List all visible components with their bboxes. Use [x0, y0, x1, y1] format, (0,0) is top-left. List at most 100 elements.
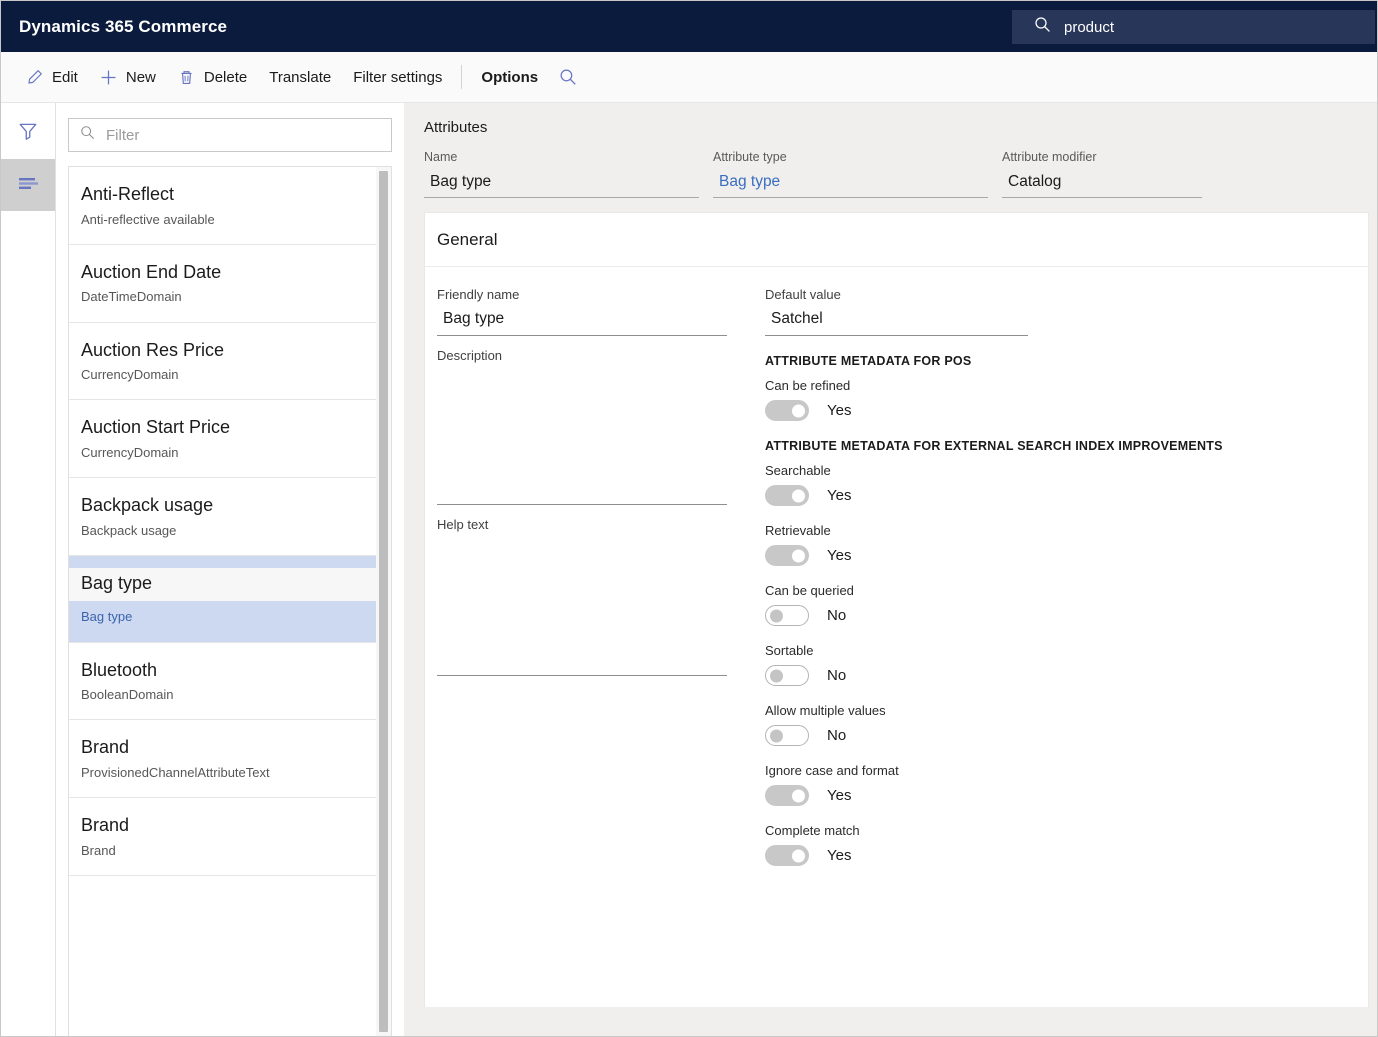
list-panel-toggle[interactable] [1, 159, 55, 211]
toggle-row: Yes [765, 785, 1368, 806]
trash-icon [178, 69, 195, 86]
toggle-group: Retrievable Yes [765, 523, 1368, 566]
toggle-knob [792, 404, 805, 417]
pos-toggle-list: Can be refined Yes [765, 378, 1368, 421]
friendly-name-label: Friendly name [437, 287, 520, 302]
general-section-header[interactable]: General [425, 213, 1368, 267]
toggle-group: Ignore case and format Yes [765, 763, 1368, 806]
filter-settings-label: Filter settings [353, 68, 443, 86]
translate-label: Translate [269, 68, 332, 86]
general-section-card: General Friendly name Bag type Descripti… [424, 212, 1369, 1007]
toggle-row: No [765, 605, 1368, 626]
toggle-label: Can be queried [765, 583, 854, 598]
toggle-state-text: Yes [827, 402, 852, 419]
attribute-detail-pane: Attributes Name Bag type Attribute type … [404, 103, 1377, 1036]
detail-header: Attributes Name Bag type Attribute type … [404, 103, 1377, 212]
list-item[interactable]: Bluetooth BooleanDomain [69, 643, 376, 721]
left-icon-rail [1, 103, 56, 1036]
name-label: Name [424, 150, 458, 164]
search-icon [80, 125, 95, 145]
delete-label: Delete [203, 68, 248, 86]
toggle-state-text: Yes [827, 547, 852, 564]
delete-button[interactable]: Delete [167, 60, 258, 94]
attribute-modifier-value[interactable]: Catalog [1002, 170, 1202, 198]
filter-panel-toggle[interactable] [1, 107, 55, 159]
toggle-switch[interactable] [765, 545, 809, 566]
plus-icon [100, 69, 117, 86]
toggle-group: Allow multiple values No [765, 703, 1368, 746]
toggle-switch[interactable] [765, 485, 809, 506]
selection-bar [69, 555, 376, 568]
list-item-title: Backpack usage [81, 495, 214, 515]
friendly-name-input[interactable]: Bag type [437, 308, 727, 336]
name-value[interactable]: Bag type [424, 170, 699, 198]
list-item[interactable]: Auction Start Price CurrencyDomain [69, 400, 376, 478]
toggle-state-text: Yes [827, 487, 852, 504]
toggle-label: Complete match [765, 823, 860, 838]
toggle-switch[interactable] [765, 605, 809, 626]
default-value-label: Default value [765, 287, 841, 302]
global-search-input[interactable] [1064, 18, 1344, 36]
list-item-subtitle: Anti-reflective available [81, 211, 215, 227]
toggle-switch[interactable] [765, 665, 809, 686]
list-item[interactable]: Auction End Date DateTimeDomain [69, 245, 376, 323]
global-search-box[interactable] [1012, 10, 1375, 44]
toggle-switch[interactable] [765, 785, 809, 806]
list-item[interactable]: Anti-Reflect Anti-reflective available [69, 167, 376, 245]
edit-button[interactable]: Edit [15, 60, 89, 94]
default-value-group: Default value Satchel [765, 287, 1368, 336]
description-textarea[interactable] [437, 369, 727, 505]
options-button[interactable]: Options [470, 60, 549, 94]
filter-settings-button[interactable]: Filter settings [342, 60, 453, 94]
list-item[interactable]: Brand Brand [69, 798, 376, 876]
list-item[interactable]: Backpack usage Backpack usage [69, 478, 376, 556]
toggle-state-text: No [827, 667, 847, 684]
attributes-list-pane: Anti-Reflect Anti-reflective available Auc… [56, 103, 404, 1036]
default-value-input[interactable]: Satchel [765, 308, 1028, 336]
toggle-label: Can be refined [765, 378, 851, 393]
list-scrollbar[interactable] [376, 167, 391, 1036]
translate-button[interactable]: Translate [258, 60, 342, 94]
page-title: Attributes [424, 119, 488, 136]
pos-metadata-section-label: ATTRIBUTE METADATA FOR POS [765, 354, 972, 368]
command-search-button[interactable] [549, 60, 587, 94]
list-item-subtitle: Brand [81, 842, 116, 858]
help-text-label: Help text [437, 517, 489, 532]
list-item-title: Bluetooth [81, 659, 158, 680]
list-item-subtitle: BooleanDomain [81, 687, 174, 702]
toggle-label: Sortable [765, 643, 814, 658]
list-filter-box[interactable] [68, 118, 392, 152]
toggle-row: Yes [765, 485, 1368, 506]
application-window: Dynamics 365 Commerce Edit New Delete [0, 0, 1378, 1037]
attribute-type-value-link[interactable]: Bag type [713, 170, 988, 198]
toggle-knob [792, 789, 805, 802]
list-item[interactable]: Auction Res Price CurrencyDomain [69, 323, 376, 401]
toggle-row: Yes [765, 545, 1368, 566]
toggle-switch[interactable] [765, 400, 809, 421]
toggle-switch[interactable] [765, 845, 809, 866]
detail-bottom-strip [404, 1007, 1377, 1036]
list-item[interactable]: Brand ProvisionedChannelAttributeText [69, 720, 376, 798]
help-text-textarea[interactable] [437, 538, 727, 676]
toggle-switch[interactable] [765, 725, 809, 746]
general-section-body: Friendly name Bag type Description Help … [425, 267, 1368, 1007]
toggle-group: Sortable No [765, 643, 1368, 686]
list-filter-input[interactable] [106, 126, 356, 144]
toggle-row: Yes [765, 400, 1368, 421]
list-lines-icon [16, 173, 40, 198]
toggle-row: Yes [765, 845, 1368, 866]
list-scrollbar-thumb[interactable] [379, 171, 388, 1032]
list-item-title-row: Bag type [69, 567, 376, 602]
toggle-knob [792, 489, 805, 502]
list-item-title: Brand [81, 737, 130, 758]
toggle-state-text: Yes [827, 787, 852, 804]
list-item-title: Brand [81, 815, 130, 835]
main-content-area: Anti-Reflect Anti-reflective available Auc… [1, 103, 1377, 1036]
attribute-type-field-group: Attribute type Bag type [713, 150, 988, 198]
search-icon [559, 68, 577, 86]
list-item[interactable]: Bag type Bag type [69, 555, 376, 643]
list-item-subtitle: Bag type [81, 609, 133, 625]
new-button[interactable]: New [89, 60, 167, 94]
list-item-subtitle: DateTimeDomain [81, 289, 182, 305]
command-separator [461, 65, 463, 89]
